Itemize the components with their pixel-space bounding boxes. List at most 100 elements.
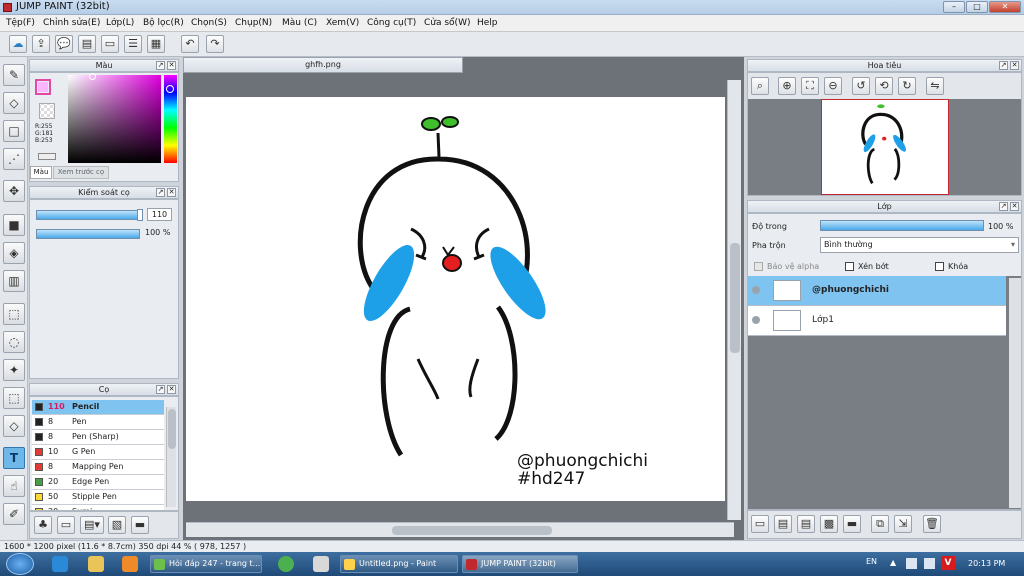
new-raster-layer-icon[interactable]: ▤ (774, 515, 792, 533)
protect-alpha-checkbox[interactable] (754, 262, 763, 271)
layer-row[interactable]: Lớp1 (748, 306, 1006, 336)
new-text-layer-icon[interactable]: ▤ (797, 515, 815, 533)
menu-select[interactable]: Chọn(S) (191, 18, 227, 28)
undock-icon[interactable]: ↗ (156, 188, 165, 197)
foreground-color-swatch[interactable] (35, 79, 51, 95)
menu-help[interactable]: Help (477, 18, 498, 28)
new-folder-icon[interactable]: ▬ (843, 515, 861, 533)
language-indicator[interactable]: EN (866, 557, 877, 566)
rectangle-tool-icon[interactable]: □ (3, 120, 25, 142)
eraser-tool-icon[interactable]: ◇ (3, 92, 25, 114)
new-brush-icon[interactable]: ▭ (57, 516, 75, 534)
rotate-reset-icon[interactable]: ⟲ (875, 77, 893, 95)
browser-icon[interactable] (52, 556, 68, 572)
operation-tool-icon[interactable]: ☝ (3, 475, 25, 497)
menu-capture[interactable]: Chụp(N) (235, 18, 272, 28)
brush-item[interactable]: 20 Edge Pen (32, 475, 164, 490)
move-tool-icon[interactable]: ✥ (3, 180, 25, 202)
task-browser[interactable]: Hỏi đáp 247 - trang t... (150, 555, 262, 573)
layer-row[interactable]: @phuongchichi (748, 276, 1006, 306)
menu-color[interactable]: Màu (C) (282, 18, 317, 28)
antivirus-icon[interactable]: V (941, 556, 955, 570)
navigator-preview[interactable] (821, 99, 949, 195)
panel-close-icon[interactable]: ✕ (167, 61, 176, 70)
brush-size-value[interactable]: 110 (147, 208, 172, 221)
brush-item[interactable]: 8 Pen (32, 415, 164, 430)
media-player-icon[interactable] (122, 556, 138, 572)
brush-item[interactable]: 10 G Pen (32, 445, 164, 460)
select-pen-tool-icon[interactable]: ⬚ (3, 387, 25, 409)
panel-close-icon[interactable]: ✕ (167, 188, 176, 197)
brush-item[interactable]: 8 Mapping Pen (32, 460, 164, 475)
app-icon[interactable] (313, 556, 329, 572)
pen-tool-icon[interactable]: ✎ (3, 64, 25, 86)
brush-item[interactable]: 110 Pencil (32, 400, 164, 415)
lock-checkbox[interactable] (935, 262, 944, 271)
grid-icon[interactable]: ▦ (147, 35, 165, 53)
saturation-value-picker[interactable] (68, 73, 161, 163)
brush-size-slider[interactable] (36, 209, 143, 221)
canvas-horizontal-scrollbar[interactable] (186, 522, 734, 537)
menu-tools[interactable]: Công cụ(T) (367, 18, 416, 28)
rotate-left-icon[interactable]: ↺ (852, 77, 870, 95)
menu-filter[interactable]: Bộ lọc(R) (143, 18, 184, 28)
minimize-button[interactable]: – (943, 1, 965, 13)
new-halftone-layer-icon[interactable]: ▩ (820, 515, 838, 533)
undock-icon[interactable]: ↗ (156, 61, 165, 70)
layer-opacity-slider[interactable] (820, 220, 984, 231)
clip-checkbox[interactable] (845, 262, 854, 271)
volume-icon[interactable] (924, 558, 935, 569)
brush-item[interactable]: 50 Stipple Pen (32, 490, 164, 505)
eyedropper-tool-icon[interactable]: ✐ (3, 503, 25, 525)
menu-layer[interactable]: Lớp(L) (106, 18, 134, 28)
zoom-in-icon[interactable]: ⊕ (778, 77, 796, 95)
line-tool-icon[interactable]: ⋰ (3, 148, 25, 170)
panel-close-icon[interactable]: ✕ (1010, 202, 1019, 211)
zoom-fit-icon[interactable]: ⌕ (751, 77, 769, 95)
comment-icon[interactable]: 💬 (55, 35, 73, 53)
layer-list-scrollbar[interactable] (1009, 278, 1021, 508)
tray-arrow-icon[interactable]: ▲ (890, 558, 896, 567)
select-eraser-tool-icon[interactable]: ◇ (3, 415, 25, 437)
task-paint[interactable]: Untitled.png - Paint (340, 555, 458, 573)
zoom-out-icon[interactable]: ⊖ (824, 77, 842, 95)
delete-layer-icon[interactable]: 🗑 (923, 515, 941, 533)
flip-icon[interactable]: ⇋ (926, 77, 944, 95)
duplicate-layer-icon[interactable]: ⧉ (871, 515, 889, 533)
menu-file[interactable]: Tệp(F) (6, 18, 35, 28)
tab-brush-preview[interactable]: Xem trước cọ (53, 166, 109, 179)
brush-list-scrollbar[interactable] (166, 407, 176, 507)
rotate-right-icon[interactable]: ↻ (898, 77, 916, 95)
eye-icon[interactable] (752, 286, 760, 294)
share-icon[interactable]: ⇪ (32, 35, 50, 53)
canvas-vertical-scrollbar[interactable] (727, 80, 741, 520)
artboard[interactable]: @phuongchichi #hd247 (186, 97, 725, 501)
blend-mode-select[interactable]: Bình thường ▾ (820, 237, 1019, 253)
brush-folder-icon[interactable]: ▬ (131, 516, 149, 534)
fit-window-icon[interactable]: ⛶ (801, 77, 819, 95)
brush-opacity-slider[interactable] (36, 229, 140, 239)
lasso-tool-icon[interactable]: ◌ (3, 331, 25, 353)
start-button[interactable] (6, 553, 34, 575)
brush-settings-icon[interactable]: ▧ (108, 516, 126, 534)
panel-close-icon[interactable]: ✕ (1010, 61, 1019, 70)
magic-wand-tool-icon[interactable]: ✦ (3, 359, 25, 381)
gradient-tool-icon[interactable]: ▥ (3, 270, 25, 292)
tree-icon[interactable]: ♣ (34, 516, 52, 534)
task-jump-paint[interactable]: JUMP PAINT (32bit) (462, 555, 578, 573)
brush-item[interactable]: 20 Sumi (32, 505, 164, 510)
undo-icon[interactable]: ↶ (181, 35, 199, 53)
menu-window[interactable]: Cửa sổ(W) (424, 18, 470, 28)
menu-edit[interactable]: Chỉnh sửa(E) (43, 18, 100, 28)
tab-color[interactable]: Màu (30, 166, 52, 179)
document-icon[interactable]: ▭ (101, 35, 119, 53)
hue-slider[interactable] (164, 75, 177, 163)
undock-icon[interactable]: ↗ (999, 202, 1008, 211)
chrome-icon[interactable] (278, 556, 294, 572)
transparent-color-swatch[interactable] (39, 103, 55, 119)
list-icon[interactable]: ☰ (124, 35, 142, 53)
eye-icon[interactable] (752, 316, 760, 324)
select-rect-tool-icon[interactable]: ⬚ (3, 303, 25, 325)
undock-icon[interactable]: ↗ (156, 385, 165, 394)
close-button[interactable]: ✕ (989, 1, 1021, 13)
